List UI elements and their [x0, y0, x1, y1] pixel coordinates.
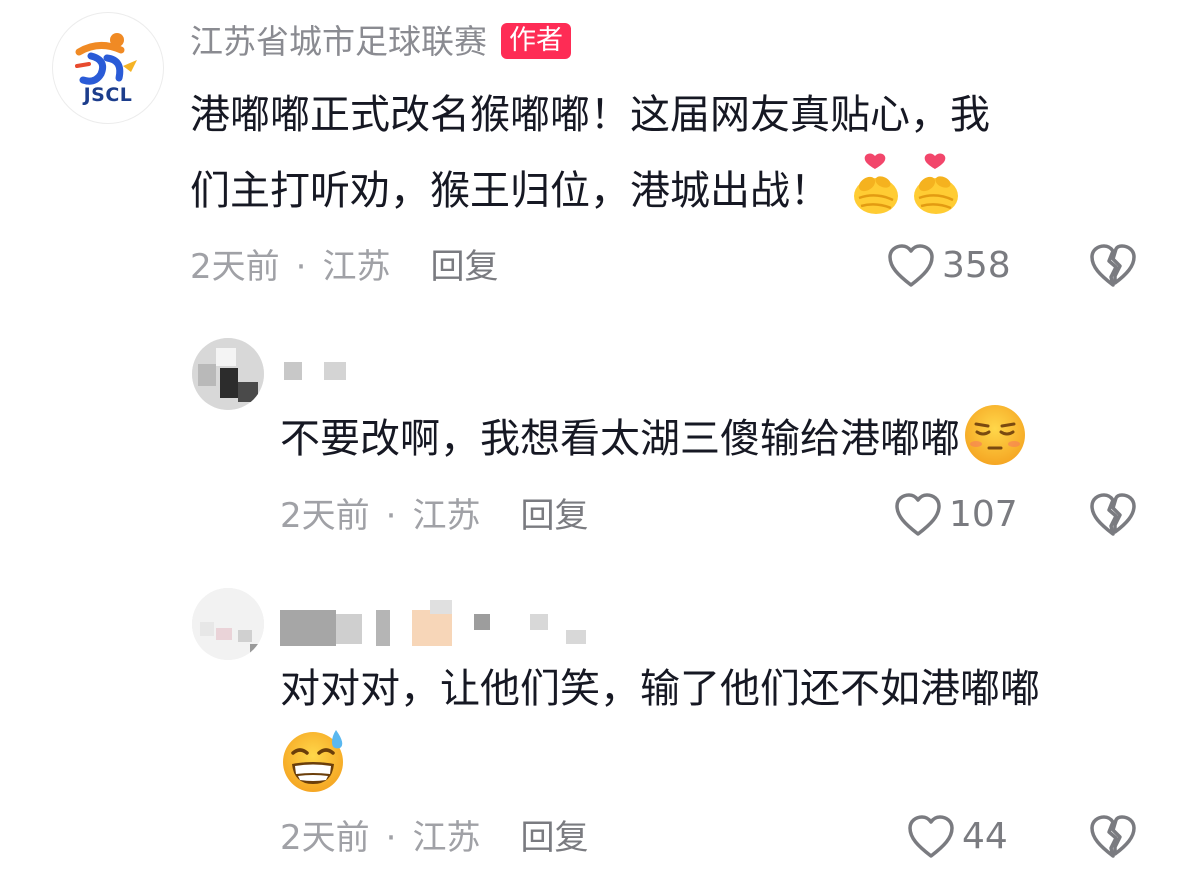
- like-button[interactable]: 358: [886, 243, 1011, 289]
- reply-button[interactable]: 回复: [520, 818, 588, 858]
- reply-button[interactable]: 回复: [430, 247, 498, 287]
- user-avatar[interactable]: [192, 338, 264, 410]
- like-button[interactable]: 107: [893, 492, 1018, 538]
- heart-outline-icon: [908, 815, 954, 858]
- comment-meta: 2天前 · 江苏 回复: [280, 494, 588, 538]
- author-badge: 作者: [501, 23, 571, 59]
- comment-text: 对对对，让他们笑，输了他们还不如港嘟嘟: [280, 652, 1040, 818]
- blurred-username[interactable]: [280, 600, 600, 650]
- broken-heart-icon: [1090, 815, 1136, 858]
- author-avatar[interactable]: JSCL: [52, 12, 164, 124]
- comment-time: 2天前: [280, 818, 370, 858]
- heart-outline-icon: [888, 244, 934, 287]
- like-count: 358: [942, 245, 1011, 286]
- like-count: 44: [962, 816, 1008, 857]
- comment-line-1: 对对对，让他们笑，输了他们还不如港嘟嘟: [280, 666, 1040, 712]
- author-name[interactable]: 江苏省城市足球联赛 作者: [190, 20, 571, 64]
- comment-location: 江苏: [412, 496, 481, 536]
- avatar-logo-text: JSCL: [83, 84, 133, 106]
- comment-time: 2天前: [190, 247, 280, 287]
- comment-line-2-wrap: 们主打听劝，猴王归位，港城出战！: [190, 152, 990, 240]
- user-avatar[interactable]: [192, 588, 264, 660]
- meta-separator: ·: [295, 247, 307, 287]
- meta-separator: ·: [385, 496, 397, 536]
- unamused-face-emoji-icon: [962, 402, 1028, 492]
- comment-meta: 2天前 · 江苏 回复: [190, 245, 498, 289]
- comment-emoji-line: [280, 726, 1040, 818]
- comment-location: 江苏: [412, 818, 481, 858]
- comment-meta: 2天前 · 江苏 回复: [280, 816, 588, 860]
- comment-line-2: 们主打听劝，猴王归位，港城出战！: [190, 168, 830, 214]
- blurred-username[interactable]: [284, 358, 364, 398]
- comment-1: JSCL 江苏省城市足球联赛 作者 港嘟嘟正式改名猴嘟嘟！这届网友真贴心，我 们主…: [0, 0, 1200, 300]
- heart-hands-emoji-icon: [849, 152, 903, 240]
- dislike-button[interactable]: [1088, 814, 1138, 864]
- comment-line-1: 港嘟嘟正式改名猴嘟嘟！这届网友真贴心，我: [190, 92, 990, 138]
- heart-outline-icon: [895, 493, 941, 536]
- meta-separator: ·: [385, 818, 397, 858]
- reply-button[interactable]: 回复: [520, 496, 588, 536]
- jscl-logo-icon: [75, 33, 137, 85]
- like-count: 107: [949, 494, 1018, 535]
- comment-text: 港嘟嘟正式改名猴嘟嘟！这届网友真贴心，我 们主打听劝，猴王归位，港城出战！: [190, 78, 990, 240]
- broken-heart-icon: [1090, 493, 1136, 536]
- comment-line-1: 不要改啊，我想看太湖三傻输给港嘟嘟: [280, 416, 960, 462]
- comment-time: 2天前: [280, 496, 370, 536]
- grinning-sweat-emoji-icon: [280, 726, 348, 818]
- comment-location: 江苏: [322, 247, 391, 287]
- author-name-text: 江苏省城市足球联赛: [190, 22, 487, 61]
- heart-hands-emoji-icon: [909, 152, 963, 240]
- dislike-button[interactable]: [1088, 492, 1138, 542]
- comment-text: 不要改啊，我想看太湖三傻输给港嘟嘟: [280, 402, 1028, 492]
- comment-2: 不要改啊，我想看太湖三傻输给港嘟嘟 2天前 · 江苏 回复 107: [0, 320, 1200, 570]
- broken-heart-icon: [1090, 244, 1136, 287]
- comment-3: 对对对，让他们笑，输了他们还不如港嘟嘟 2天前 · 江苏 回复 44: [0, 570, 1200, 880]
- like-button[interactable]: 44: [906, 814, 1008, 860]
- dislike-button[interactable]: [1088, 243, 1138, 293]
